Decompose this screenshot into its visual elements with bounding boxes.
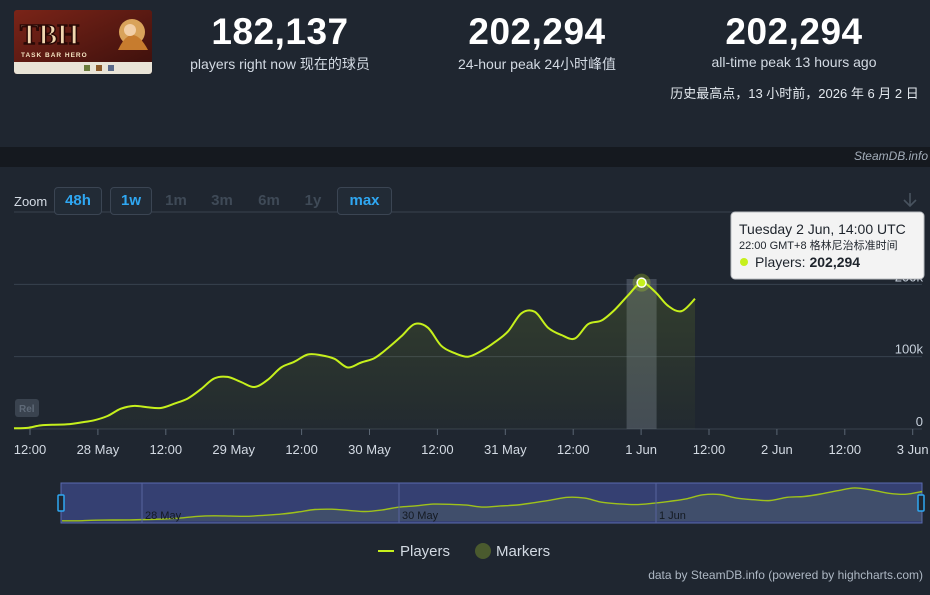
game-logo-art: TBH TASK BAR HERO bbox=[14, 10, 152, 74]
zoom-button-48h[interactable]: 48h bbox=[54, 187, 102, 215]
tooltip-series-value: 202,294 bbox=[809, 254, 860, 270]
x-tick-label: 28 May bbox=[77, 442, 120, 457]
logo-text: TBH bbox=[20, 20, 79, 51]
alltime-peak-note: 历史最高点，13 小时前，2026 年 6 月 2 日 bbox=[670, 86, 919, 101]
zoom-button-3m[interactable]: 3m bbox=[202, 187, 242, 215]
brand-strip: SteamDB.info bbox=[0, 147, 930, 167]
current-players-value: 182,137 bbox=[211, 11, 349, 52]
alltime-peak-label: all-time peak 13 hours ago bbox=[711, 54, 877, 70]
zoom-button-max[interactable]: max bbox=[337, 187, 392, 215]
peak-24h-value: 202,294 bbox=[468, 11, 606, 52]
tooltip-series-dot bbox=[740, 258, 748, 266]
x-tick-label: 2 Jun bbox=[761, 442, 793, 457]
y-tick-label: 100k bbox=[895, 342, 924, 357]
navigator-label: 28 May bbox=[145, 510, 182, 522]
stat-alltime-peak: 202,294 all-time peak 13 hours ago bbox=[684, 11, 904, 71]
svg-text:Players: 202,294: Players: 202,294 bbox=[755, 254, 860, 270]
y-axis: 0100k200k bbox=[895, 269, 924, 429]
x-tick-label: 30 May bbox=[348, 442, 391, 457]
download-icon[interactable] bbox=[901, 191, 919, 211]
navigator-label: 30 May bbox=[402, 510, 439, 522]
alltime-peak-value: 202,294 bbox=[725, 11, 863, 52]
chart-credit[interactable]: data by SteamDB.info (powered by highcha… bbox=[648, 568, 923, 582]
tooltip-series-label: Players: bbox=[755, 254, 809, 270]
x-tick-label: 12:00 bbox=[14, 442, 47, 457]
x-axis: 12:00 28 May 12:00 29 May 12:00 30 May 12:00 31… bbox=[14, 429, 929, 457]
peak-24h-label: 24-hour peak 24小时峰值 bbox=[458, 56, 616, 72]
x-tick-label: 1 Jun bbox=[625, 442, 657, 457]
peak-point[interactable] bbox=[636, 277, 647, 288]
rel-badge: Rel bbox=[19, 404, 35, 415]
y-tick-label: 0 bbox=[916, 414, 923, 429]
stat-24h-peak: 202,294 24-hour peak 24小时峰值 bbox=[427, 12, 647, 74]
player-chart: 0100k200k 12:0028 May12:0029 May12:0030 … bbox=[0, 211, 930, 582]
navigator-handle-left[interactable] bbox=[57, 494, 65, 512]
x-tick-label: 12:00 bbox=[829, 442, 862, 457]
logo-subtitle: TASK BAR HERO bbox=[21, 52, 88, 59]
current-players-label: players right now 现在的球员 bbox=[190, 56, 370, 72]
navigator-handle-right[interactable] bbox=[917, 494, 925, 512]
x-tick-label: 12:00 bbox=[693, 442, 726, 457]
zoom-label: Zoom bbox=[14, 194, 48, 209]
steamdb-brand[interactable]: SteamDB.info bbox=[854, 149, 928, 163]
legend-markers-swatch[interactable] bbox=[475, 543, 491, 559]
x-tick-label: 31 May bbox=[484, 442, 527, 457]
navigator-label: 1 Jun bbox=[659, 510, 686, 522]
zoom-button-6m[interactable]: 6m bbox=[249, 187, 289, 215]
players-area bbox=[14, 282, 695, 429]
legend[interactable]: Players Markers bbox=[378, 543, 550, 560]
stats-panel: TBH TASK BAR HERO 182,137 players right … bbox=[0, 0, 930, 147]
x-tick-label: 29 May bbox=[212, 442, 255, 457]
zoom-button-1y[interactable]: 1y bbox=[297, 187, 329, 215]
tooltip: Tuesday 2 Jun, 14:00 UTC 22:00 GMT+8 格林尼… bbox=[730, 211, 925, 280]
x-tick-label: 12:00 bbox=[150, 442, 183, 457]
x-tick-label: 12:00 bbox=[285, 442, 318, 457]
tooltip-subtitle: 22:00 GMT+8 格林尼治标准时间 bbox=[739, 238, 898, 252]
stat-current: 182,137 players right now 现在的球员 bbox=[170, 12, 390, 74]
x-tick-label: 12:00 bbox=[421, 442, 454, 457]
legend-players[interactable]: Players bbox=[400, 543, 450, 560]
chart-panel: 0100k200k 12:0028 May12:0029 May12:0030 … bbox=[0, 167, 930, 595]
plot-area[interactable] bbox=[13, 273, 696, 430]
x-tick-label: 12:00 bbox=[557, 442, 590, 457]
game-logo[interactable]: TBH TASK BAR HERO bbox=[14, 10, 152, 74]
legend-markers[interactable]: Markers bbox=[496, 543, 550, 560]
x-tick-label: 3 Jun bbox=[897, 442, 929, 457]
zoom-button-1m[interactable]: 1m bbox=[158, 187, 194, 215]
tooltip-title: Tuesday 2 Jun, 14:00 UTC bbox=[739, 221, 906, 237]
zoom-button-1w[interactable]: 1w bbox=[110, 187, 152, 215]
